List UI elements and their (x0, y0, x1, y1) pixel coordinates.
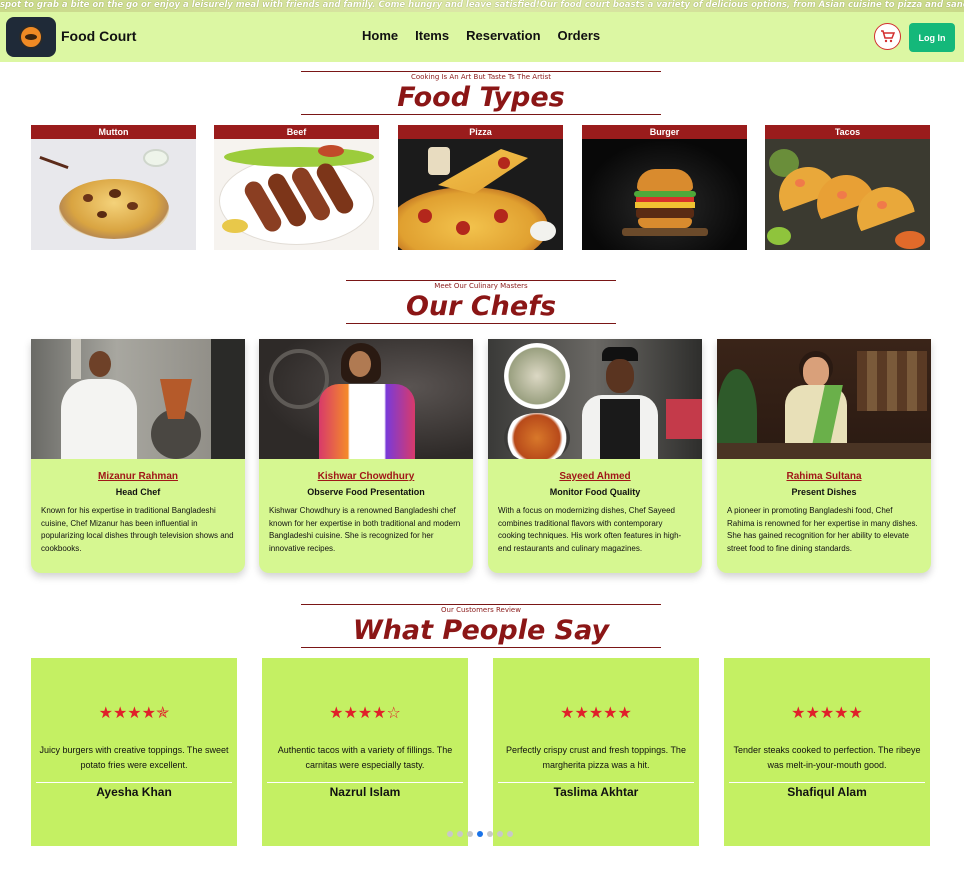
reviews-subtitle: Our Customers Review (441, 606, 521, 614)
food-card-beef[interactable]: Beef (214, 125, 379, 250)
nav-reservation[interactable]: Reservation (466, 28, 540, 43)
star-rating-icon: ★★★★★ (791, 703, 863, 722)
review-text: Juicy burgers with creative toppings. Th… (39, 745, 229, 770)
star-rating-icon: ★★★★★ (560, 703, 632, 722)
chefs-title: Our Chefs (405, 291, 557, 322)
carousel-dot[interactable] (477, 831, 483, 837)
review-text: Authentic tacos with a variety of fillin… (277, 745, 453, 770)
reviews-title: What People Say (352, 615, 610, 646)
chef-role: Observe Food Presentation (307, 487, 425, 497)
chef-name[interactable]: Rahima Sultana (717, 471, 931, 482)
chef-photo (31, 339, 245, 459)
carousel-dot[interactable] (457, 831, 463, 837)
food-card-tacos[interactable]: Tacos (765, 125, 930, 250)
carousel-dot[interactable] (467, 831, 473, 837)
chef-bio: Known for his expertise in traditional B… (41, 506, 234, 553)
chefs-subtitle: Meet Our Culinary Masters (434, 282, 528, 290)
chef-name[interactable]: Sayeed Ahmed (488, 471, 702, 482)
chef-role: Monitor Food Quality (549, 487, 641, 497)
chef-photo (488, 339, 702, 459)
chef-bio: A pioneer in promoting Bangladeshi food,… (727, 506, 918, 553)
review-text: Perfectly crispy crust and fresh topping… (506, 745, 686, 770)
chef-bio: Kishwar Chowdhury is a renowned Banglade… (269, 506, 461, 553)
food-types-subtitle: Cooking Is An Art But Taste Ts The Artis… (410, 73, 552, 81)
marquee-text: spot to grab a bite on the go or enjoy a… (0, 0, 964, 10)
logo[interactable] (6, 17, 56, 57)
review-card: ★★★★☆ Authentic tacos with a variety of … (262, 658, 468, 846)
chef-card[interactable]: Mizanur Rahman Head Chef Known for his e… (31, 339, 245, 573)
reviewer-name: Taslima Akhtar (553, 785, 639, 799)
food-label: Burger (582, 125, 747, 139)
reviewer-name: Nazrul Islam (329, 785, 401, 799)
beef-image (214, 139, 379, 250)
chef-card[interactable]: Kishwar Chowdhury Observe Food Presentat… (259, 339, 473, 573)
review-card: ★★★★★ Perfectly crispy crust and fresh t… (493, 658, 699, 846)
chefs-heading: Meet Our Culinary Masters Our Chefs (346, 279, 616, 325)
login-button[interactable]: Log In (909, 23, 955, 52)
food-label: Pizza (398, 125, 563, 139)
nav-home[interactable]: Home (362, 28, 398, 43)
navbar: Food Court Home Items Reservation Orders… (0, 12, 964, 62)
star-rating-icon: ★★★★☆ (329, 703, 401, 722)
nav-orders[interactable]: Orders (558, 28, 601, 43)
food-label: Mutton (31, 125, 196, 139)
food-types-title: Food Types (397, 82, 565, 113)
food-label: Tacos (765, 125, 930, 139)
chef-card[interactable]: Rahima Sultana Present Dishes A pioneer … (717, 339, 931, 573)
food-label: Beef (214, 125, 379, 139)
carousel-dots (447, 831, 513, 837)
food-card-pizza[interactable]: Pizza (398, 125, 563, 250)
food-card-mutton[interactable]: Mutton (31, 125, 196, 250)
food-card-burger[interactable]: Burger (582, 125, 747, 250)
nav-items[interactable]: Items (415, 28, 449, 43)
chef-role: Head Chef (115, 487, 161, 497)
reviews-heading: Our Customers Review What People Say (301, 603, 661, 649)
carousel-dot[interactable] (447, 831, 453, 837)
carousel-dot[interactable] (507, 831, 513, 837)
tacos-image (765, 139, 930, 250)
carousel-dot[interactable] (487, 831, 493, 837)
reviewer-name: Ayesha Khan (96, 785, 172, 799)
review-card: ★★★★✯ Juicy burgers with creative toppin… (31, 658, 237, 846)
chef-role: Present Dishes (791, 487, 857, 497)
chef-name[interactable]: Mizanur Rahman (31, 471, 245, 482)
food-court-logo-icon (19, 25, 43, 49)
cart-icon (881, 30, 895, 43)
star-rating-icon: ★★★★✯ (98, 703, 170, 722)
burger-image (582, 139, 747, 250)
cart-button[interactable] (874, 23, 901, 50)
chef-photo (717, 339, 931, 459)
nav-links: Home Items Reservation Orders (362, 28, 600, 43)
promo-marquee: spot to grab a bite on the go or enjoy a… (0, 0, 964, 12)
food-types-heading: Cooking Is An Art But Taste Ts The Artis… (301, 70, 661, 116)
chef-bio: With a focus on modernizing dishes, Chef… (498, 506, 682, 553)
review-text: Tender steaks cooked to perfection. The … (733, 745, 921, 770)
brand-name: Food Court (61, 28, 137, 44)
mutton-image (31, 139, 196, 250)
chef-card[interactable]: Sayeed Ahmed Monitor Food Quality With a… (488, 339, 702, 573)
chef-name[interactable]: Kishwar Chowdhury (259, 471, 473, 482)
pizza-image (398, 139, 563, 250)
chef-photo (259, 339, 473, 459)
reviewer-name: Shafiqul Alam (787, 785, 867, 799)
carousel-dot[interactable] (497, 831, 503, 837)
review-card: ★★★★★ Tender steaks cooked to perfection… (724, 658, 930, 846)
